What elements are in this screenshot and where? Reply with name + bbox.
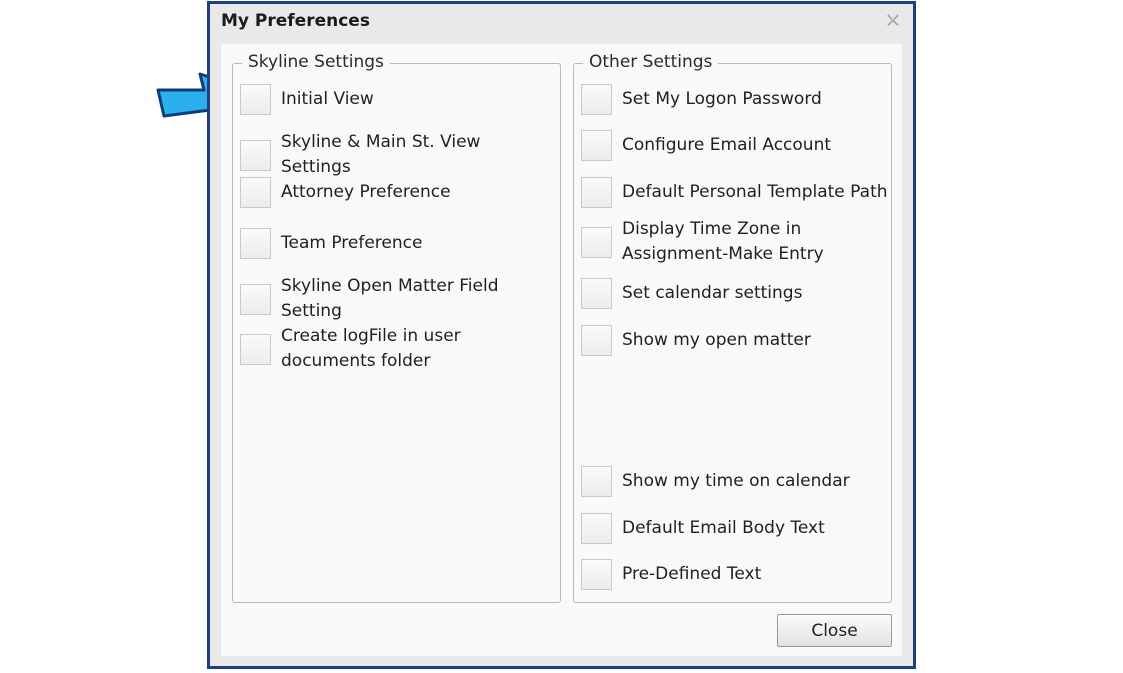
option-checkbox[interactable] — [240, 139, 271, 171]
option-label: Attorney Preference — [281, 182, 451, 202]
option-label: Skyline Open Matter Field Setting — [281, 276, 499, 321]
option-checkbox[interactable] — [581, 84, 612, 115]
close-button[interactable]: Close — [777, 614, 892, 647]
option-template-path[interactable]: Default Personal Template Path — [581, 177, 891, 208]
option-label: Initial View — [281, 89, 374, 109]
option-label: Pre-Defined Text — [622, 564, 762, 584]
skyline-settings-group: Skyline Settings Initial View Skyline & … — [232, 52, 561, 603]
option-checkbox[interactable] — [240, 283, 271, 315]
option-time-zone[interactable]: Display Time Zone in Assignment-Make Ent… — [581, 217, 843, 267]
option-checkbox[interactable] — [240, 177, 271, 208]
close-icon[interactable] — [885, 12, 901, 28]
option-label: Show my open matter — [622, 330, 811, 350]
option-checkbox[interactable] — [581, 130, 612, 161]
option-time-on-calendar[interactable]: Show my time on calendar — [581, 466, 886, 497]
option-checkbox[interactable] — [581, 559, 612, 590]
option-checkbox[interactable] — [581, 226, 612, 258]
option-label: Show my time on calendar — [622, 471, 850, 491]
option-initial-view[interactable]: Initial View — [240, 84, 550, 115]
option-checkbox[interactable] — [581, 325, 612, 356]
dialog-content: Skyline Settings Initial View Skyline & … — [221, 44, 902, 656]
option-open-matter[interactable]: Show my open matter — [581, 325, 886, 356]
option-team-preference[interactable]: Team Preference — [240, 228, 550, 259]
option-attorney-preference[interactable]: Attorney Preference — [240, 177, 550, 208]
option-label: Default Email Body Text — [622, 518, 825, 538]
option-label: Team Preference — [281, 233, 423, 253]
option-view-settings[interactable]: Skyline & Main St. View Settings — [240, 130, 550, 180]
screen: My Preferences Skyline Settings Initial … — [0, 0, 1123, 673]
option-checkbox[interactable] — [240, 84, 271, 115]
option-checkbox[interactable] — [581, 513, 612, 544]
option-email-account[interactable]: Configure Email Account — [581, 130, 886, 161]
option-email-body-text[interactable]: Default Email Body Text — [581, 513, 886, 544]
option-checkbox[interactable] — [240, 228, 271, 259]
option-logon-password[interactable]: Set My Logon Password — [581, 84, 886, 115]
option-checkbox[interactable] — [581, 466, 612, 497]
group-legend: Skyline Settings — [242, 52, 390, 72]
option-label: Set calendar settings — [622, 283, 803, 303]
other-settings-group: Other Settings Set My Logon Password Con… — [573, 52, 892, 603]
option-checkbox[interactable] — [240, 333, 271, 365]
title-bar: My Preferences — [210, 4, 913, 40]
group-legend: Other Settings — [583, 52, 719, 72]
option-label: Default Personal Template Path — [622, 182, 888, 202]
option-open-matter-field[interactable]: Skyline Open Matter Field Setting — [240, 274, 530, 324]
option-label: Configure Email Account — [622, 135, 832, 155]
preferences-dialog: My Preferences Skyline Settings Initial … — [207, 1, 916, 669]
option-checkbox[interactable] — [581, 177, 612, 208]
option-checkbox[interactable] — [581, 278, 612, 309]
option-calendar-settings[interactable]: Set calendar settings — [581, 278, 886, 309]
option-label: Set My Logon Password — [622, 89, 822, 109]
option-label: Skyline & Main St. View Settings — [281, 132, 481, 177]
option-label: Create logFile in user documents folder — [281, 326, 461, 371]
option-label: Display Time Zone in Assignment-Make Ent… — [622, 219, 824, 264]
dialog-title: My Preferences — [221, 11, 370, 31]
option-create-logfile[interactable]: Create logFile in user documents folder — [240, 324, 558, 374]
option-predefined-text[interactable]: Pre-Defined Text — [581, 559, 886, 590]
